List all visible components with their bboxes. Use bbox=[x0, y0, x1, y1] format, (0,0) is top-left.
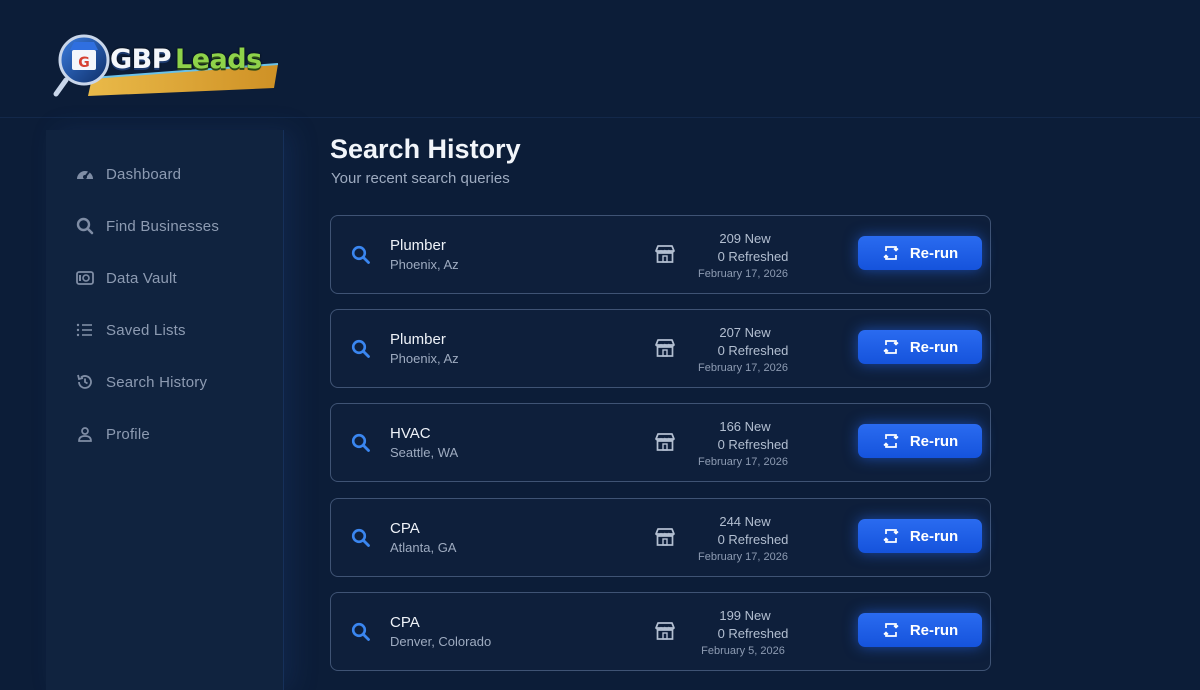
sidebar-item-search-history[interactable]: Search History bbox=[74, 369, 207, 395]
new-count: 199 New bbox=[719, 608, 771, 623]
refreshed-count: 0 Refreshed bbox=[717, 437, 789, 452]
query-text: CPA bbox=[390, 614, 420, 631]
repeat-icon bbox=[883, 623, 899, 637]
history-row: CPA Atlanta, GA 244 New 0 Refreshed Febr… bbox=[330, 498, 991, 577]
page-title: Search History bbox=[330, 134, 521, 164]
query-location: Phoenix, Az bbox=[390, 257, 459, 272]
sidebar: Dashboard Find Businesses Data Vault Sav… bbox=[46, 130, 284, 690]
result-stats: 166 New 0 Refreshed February 17, 2026 bbox=[671, 418, 801, 470]
sidebar-item-saved-lists[interactable]: Saved Lists bbox=[74, 317, 186, 343]
refreshed-count: 0 Refreshed bbox=[717, 343, 789, 358]
search-icon bbox=[351, 433, 371, 458]
search-icon bbox=[351, 339, 371, 364]
brand-logo[interactable]: G GBP Leads bbox=[52, 30, 284, 102]
query-location: Denver, Colorado bbox=[390, 634, 492, 649]
new-count: 166 New bbox=[719, 419, 771, 434]
result-stats: 244 New 0 Refreshed February 17, 2026 bbox=[671, 513, 801, 565]
brand-name-primary: GBP bbox=[110, 44, 172, 75]
history-row: Plumber Phoenix, Az 207 New 0 Refreshed … bbox=[330, 309, 991, 388]
search-date: February 17, 2026 bbox=[698, 268, 788, 280]
rerun-label: Re-run bbox=[909, 527, 959, 545]
query-text: CPA bbox=[390, 520, 420, 537]
sidebar-item-label: Saved Lists bbox=[106, 321, 186, 339]
result-stats: 199 New 0 Refreshed February 5, 2026 bbox=[671, 607, 801, 659]
repeat-icon bbox=[883, 529, 899, 543]
brand-name-secondary: Leads bbox=[175, 44, 262, 75]
rerun-label: Re-run bbox=[909, 338, 959, 356]
sidebar-item-label: Search History bbox=[106, 373, 208, 391]
repeat-icon bbox=[883, 246, 899, 260]
rerun-button[interactable]: Re-run bbox=[858, 519, 982, 553]
search-date: February 17, 2026 bbox=[698, 362, 788, 374]
dashboard-gauge-icon bbox=[74, 163, 96, 185]
page-subtitle: Your recent search queries bbox=[331, 170, 510, 187]
rerun-label: Re-run bbox=[909, 244, 959, 262]
result-stats: 207 New 0 Refreshed February 17, 2026 bbox=[671, 324, 801, 376]
history-row: HVAC Seattle, WA 166 New 0 Refreshed Feb… bbox=[330, 403, 991, 482]
query-text: Plumber bbox=[390, 331, 446, 348]
refreshed-count: 0 Refreshed bbox=[717, 249, 789, 264]
rerun-button[interactable]: Re-run bbox=[858, 424, 982, 458]
rerun-button[interactable]: Re-run bbox=[858, 330, 982, 364]
user-icon bbox=[74, 423, 96, 445]
query-location: Atlanta, GA bbox=[390, 540, 457, 555]
sidebar-item-dashboard[interactable]: Dashboard bbox=[74, 161, 181, 187]
rerun-label: Re-run bbox=[909, 432, 959, 450]
new-count: 244 New bbox=[719, 514, 771, 529]
sidebar-item-label: Data Vault bbox=[106, 269, 177, 287]
vault-icon bbox=[74, 267, 96, 289]
svg-text:G: G bbox=[78, 55, 90, 71]
sidebar-item-find-businesses[interactable]: Find Businesses bbox=[74, 213, 219, 239]
rerun-button[interactable]: Re-run bbox=[858, 236, 982, 270]
sidebar-item-label: Dashboard bbox=[106, 165, 182, 183]
history-row: Plumber Phoenix, Az 209 New 0 Refreshed … bbox=[330, 215, 991, 294]
search-date: February 5, 2026 bbox=[701, 645, 785, 657]
rerun-label: Re-run bbox=[909, 621, 959, 639]
repeat-icon bbox=[883, 434, 899, 448]
search-date: February 17, 2026 bbox=[698, 551, 788, 563]
query-text: HVAC bbox=[390, 425, 431, 442]
top-bar: G GBP Leads bbox=[0, 0, 1200, 118]
new-count: 209 New bbox=[719, 231, 771, 246]
repeat-icon bbox=[883, 340, 899, 354]
refreshed-count: 0 Refreshed bbox=[717, 626, 789, 641]
sidebar-item-label: Find Businesses bbox=[106, 217, 220, 235]
rerun-button[interactable]: Re-run bbox=[858, 613, 982, 647]
list-icon bbox=[74, 319, 96, 341]
sidebar-item-label: Profile bbox=[106, 425, 150, 443]
brand-name: GBP Leads bbox=[110, 44, 262, 75]
search-icon bbox=[351, 528, 371, 553]
result-stats: 209 New 0 Refreshed February 17, 2026 bbox=[671, 230, 801, 282]
history-row: CPA Denver, Colorado 199 New 0 Refreshed… bbox=[330, 592, 991, 671]
refreshed-count: 0 Refreshed bbox=[717, 532, 789, 547]
search-icon bbox=[351, 622, 371, 647]
history-icon bbox=[74, 371, 96, 393]
new-count: 207 New bbox=[719, 325, 771, 340]
search-date: February 17, 2026 bbox=[698, 456, 788, 468]
search-icon bbox=[351, 245, 371, 270]
query-text: Plumber bbox=[390, 237, 446, 254]
sidebar-item-profile[interactable]: Profile bbox=[74, 421, 150, 447]
query-location: Phoenix, Az bbox=[390, 351, 459, 366]
sidebar-item-data-vault[interactable]: Data Vault bbox=[74, 265, 177, 291]
search-icon bbox=[74, 215, 96, 237]
query-location: Seattle, WA bbox=[390, 445, 459, 460]
